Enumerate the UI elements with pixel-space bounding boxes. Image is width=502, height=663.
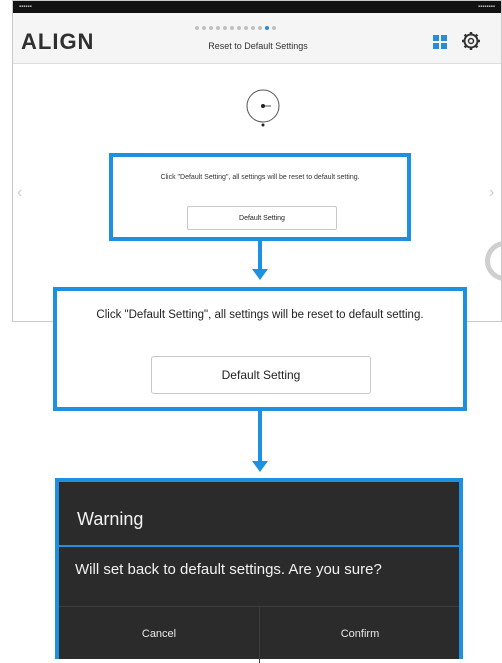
chevron-left-icon[interactable]: ‹ — [17, 184, 22, 202]
gear-icon[interactable] — [461, 31, 481, 51]
page-title: Reset to Default Settings — [208, 41, 308, 51]
connector-arrowhead-1 — [252, 269, 268, 280]
status-bar: ▪▪▪▪▪▪ ▪▪▪▪▪▪▪▪ — [13, 1, 501, 13]
dialog-divider — [59, 545, 459, 547]
step-dot — [251, 26, 255, 30]
step-dot — [216, 26, 220, 30]
connector-arrow-1 — [258, 241, 262, 271]
default-setting-button[interactable]: Default Setting — [187, 206, 337, 230]
app-bar: ALIGN Reset to Default Settings — [13, 13, 501, 64]
step-dot — [223, 26, 227, 30]
callout-panel-zoom: Click "Default Setting", all settings wi… — [53, 287, 467, 411]
step-dot — [258, 26, 262, 30]
status-right: ▪▪▪▪▪▪▪▪ — [477, 4, 495, 10]
confirm-button[interactable]: Confirm — [260, 607, 460, 660]
cancel-button[interactable]: Cancel — [59, 607, 259, 660]
warning-dialog: Warning Will set back to default setting… — [55, 478, 463, 663]
dial-icon — [246, 89, 280, 127]
reset-instruction-text: Click "Default Setting", all settings wi… — [160, 174, 360, 181]
step-dot — [202, 26, 206, 30]
reset-instruction-text-zoom: Click "Default Setting", all settings wi… — [96, 309, 424, 321]
grid-icon[interactable] — [433, 35, 447, 49]
step-dot — [195, 26, 199, 30]
chevron-right-icon[interactable]: › — [489, 184, 494, 202]
step-dot — [230, 26, 234, 30]
brand-logo: ALIGN — [21, 29, 95, 54]
dialog-title: Warning — [77, 509, 144, 529]
step-dot — [272, 26, 276, 30]
step-dot — [209, 26, 213, 30]
dialog-message: Will set back to default settings. Are y… — [75, 561, 382, 578]
step-dot — [237, 26, 241, 30]
status-left: ▪▪▪▪▪▪ — [19, 4, 32, 10]
connector-arrow-2 — [258, 411, 262, 463]
callout-panel-small: Click "Default Setting", all settings wi… — [109, 153, 411, 241]
connector-arrowhead-2 — [252, 461, 268, 472]
default-setting-button-zoom[interactable]: Default Setting — [151, 356, 371, 394]
step-dot — [244, 26, 248, 30]
step-dot — [265, 26, 269, 30]
step-indicator — [195, 26, 276, 30]
